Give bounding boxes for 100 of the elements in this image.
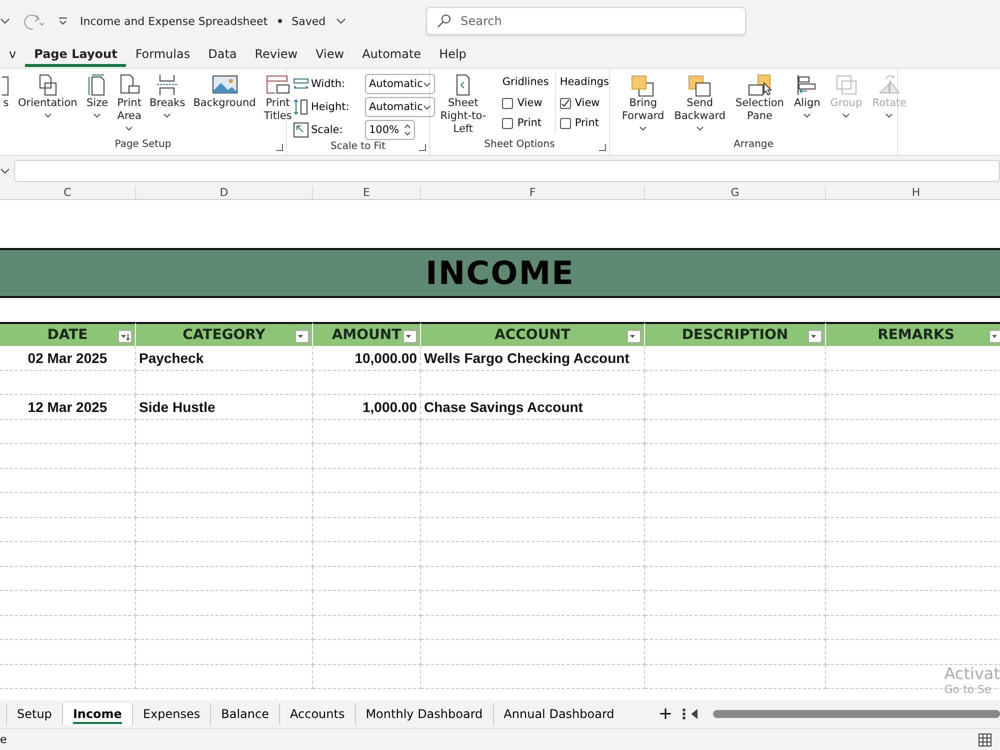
selection-pane-icon: [746, 73, 774, 97]
table-cell: 12 Mar 2025: [0, 395, 136, 420]
ribbon-button[interactable]: Size: [83, 73, 112, 120]
table-cell: Chase Savings Account: [421, 395, 645, 420]
ribbon-button[interactable]: Send Backward: [672, 73, 728, 133]
dialog-launcher-icon[interactable]: [419, 144, 426, 151]
ribbon-button[interactable]: Bring Forward: [620, 73, 666, 133]
checkbox[interactable]: [502, 118, 514, 128]
caret-icon: [44, 113, 52, 118]
caret-icon: [163, 113, 172, 118]
column-heading: DESCRIPTION: [645, 322, 826, 346]
sheet-tab[interactable]: Income: [62, 703, 132, 725]
ribbon-button[interactable]: Print Area: [115, 73, 144, 133]
caret-icon: [696, 126, 704, 131]
checkbox[interactable]: [502, 98, 514, 108]
ribbon-tab[interactable]: Automate: [353, 44, 430, 66]
ribbon-button[interactable]: Selection Pane: [734, 73, 786, 123]
column-header[interactable]: E: [313, 186, 421, 199]
dropdown-field[interactable]: Automatic: [365, 74, 435, 94]
add-sheet-button[interactable]: +: [652, 704, 679, 724]
status-text: e: [0, 733, 7, 746]
ribbon-tab[interactable]: Help: [430, 44, 476, 66]
option-heading: Gridlines: [502, 75, 549, 90]
table-cell: Side Hustle: [136, 395, 313, 420]
column-header[interactable]: D: [136, 186, 313, 199]
dialog-launcher-icon[interactable]: [599, 144, 606, 151]
group-label: Scale to Fit: [330, 141, 386, 154]
caret-icon: [125, 126, 134, 131]
activation-notice: Activat: [944, 664, 1000, 683]
filter-button[interactable]: [118, 330, 132, 343]
column-header[interactable]: H: [826, 186, 1000, 199]
checkbox[interactable]: [560, 98, 571, 108]
ribbon-button[interactable]: Background: [191, 73, 258, 110]
caret-icon: [842, 113, 850, 118]
ribbon-tab[interactable]: Review: [246, 44, 307, 66]
group-label: Page Setup: [114, 139, 172, 152]
ribbon-button[interactable]: Print Titles: [262, 73, 294, 123]
caret-icon: [423, 105, 431, 110]
sheet-tab[interactable]: Monthly Dashboard: [354, 703, 493, 725]
field-label: Height:: [311, 101, 350, 113]
ribbon-button[interactable]: Sheet Right-to-Left: [434, 73, 492, 136]
spinner-arrows-icon[interactable]: [404, 124, 411, 136]
column-heading: AMOUNT: [313, 322, 421, 346]
search-icon: [436, 14, 451, 28]
column-header[interactable]: F: [421, 186, 645, 199]
page-break-icon: [155, 73, 180, 97]
ribbon-tab[interactable]: View: [306, 44, 354, 66]
field-label: Scale:: [311, 124, 344, 136]
sheet-tab[interactable]: Balance: [210, 703, 279, 725]
dialog-launcher-icon[interactable]: [276, 144, 283, 151]
group-label: Sheet Options: [484, 139, 555, 152]
table-cell: 1,000.00: [313, 395, 421, 420]
filter-button[interactable]: [808, 330, 822, 343]
dropdown-field[interactable]: Automatic: [365, 97, 435, 117]
filter-caret-icon: [991, 332, 1000, 340]
checkbox-label: View: [517, 97, 542, 109]
column-header[interactable]: G: [645, 186, 826, 199]
caret-icon: [885, 113, 894, 118]
ribbon-button[interactable]: s: [0, 73, 12, 110]
group-label: Arrange: [734, 139, 774, 152]
caret-icon: [93, 113, 102, 118]
ribbon-tab[interactable]: Data: [199, 44, 246, 66]
ribbon-button[interactable]: Breaks: [147, 73, 188, 120]
column-heading: ACCOUNT: [421, 322, 645, 346]
ribbon-tab[interactable]: v: [0, 44, 26, 66]
filter-button[interactable]: [989, 330, 1000, 343]
checkbox[interactable]: [560, 118, 571, 128]
filter-button[interactable]: [295, 330, 309, 343]
sheet-tab[interactable]: Annual Dashboard: [492, 703, 624, 725]
filter-button[interactable]: [403, 330, 417, 343]
chevron-down-icon: [336, 18, 346, 24]
save-status[interactable]: Saved: [292, 14, 326, 28]
field-label: Width:: [311, 78, 346, 90]
sort-filter-icon: [120, 332, 130, 340]
caret-icon: [803, 113, 812, 118]
ribbon-button[interactable]: Align: [792, 73, 822, 120]
table-cell: 02 Mar 2025: [0, 346, 136, 370]
scrollbar[interactable]: [712, 710, 1000, 718]
search-field[interactable]: Search: [426, 7, 746, 35]
column-heading: DATE: [0, 322, 136, 346]
document-title: Income and Expense Spreadsheet: [80, 14, 268, 28]
sheet-tab[interactable]: Accounts: [279, 703, 355, 725]
separator-dot-icon: [278, 19, 282, 23]
scale-icon: [293, 122, 309, 138]
ribbon-tab[interactable]: Formulas: [126, 44, 200, 66]
ribbon-button[interactable]: Orientation: [16, 73, 80, 120]
option-heading: Headings: [560, 75, 609, 90]
spinner-field[interactable]: 100%: [365, 120, 415, 140]
sheet-tab[interactable]: Expenses: [132, 703, 210, 725]
column-heading: REMARKS: [826, 322, 1000, 346]
caret-icon: [639, 126, 648, 131]
column-header[interactable]: C: [0, 186, 136, 199]
checkbox-label: Print: [574, 117, 599, 129]
column-heading: CATEGORY: [136, 322, 313, 346]
undo-dropdown-icon: [0, 18, 10, 24]
table-cell: 10,000.00: [313, 346, 421, 370]
checkbox-label: Print: [517, 117, 542, 129]
filter-button[interactable]: [627, 330, 641, 343]
formula-input[interactable]: [14, 160, 1000, 182]
group-icon: [834, 73, 858, 97]
